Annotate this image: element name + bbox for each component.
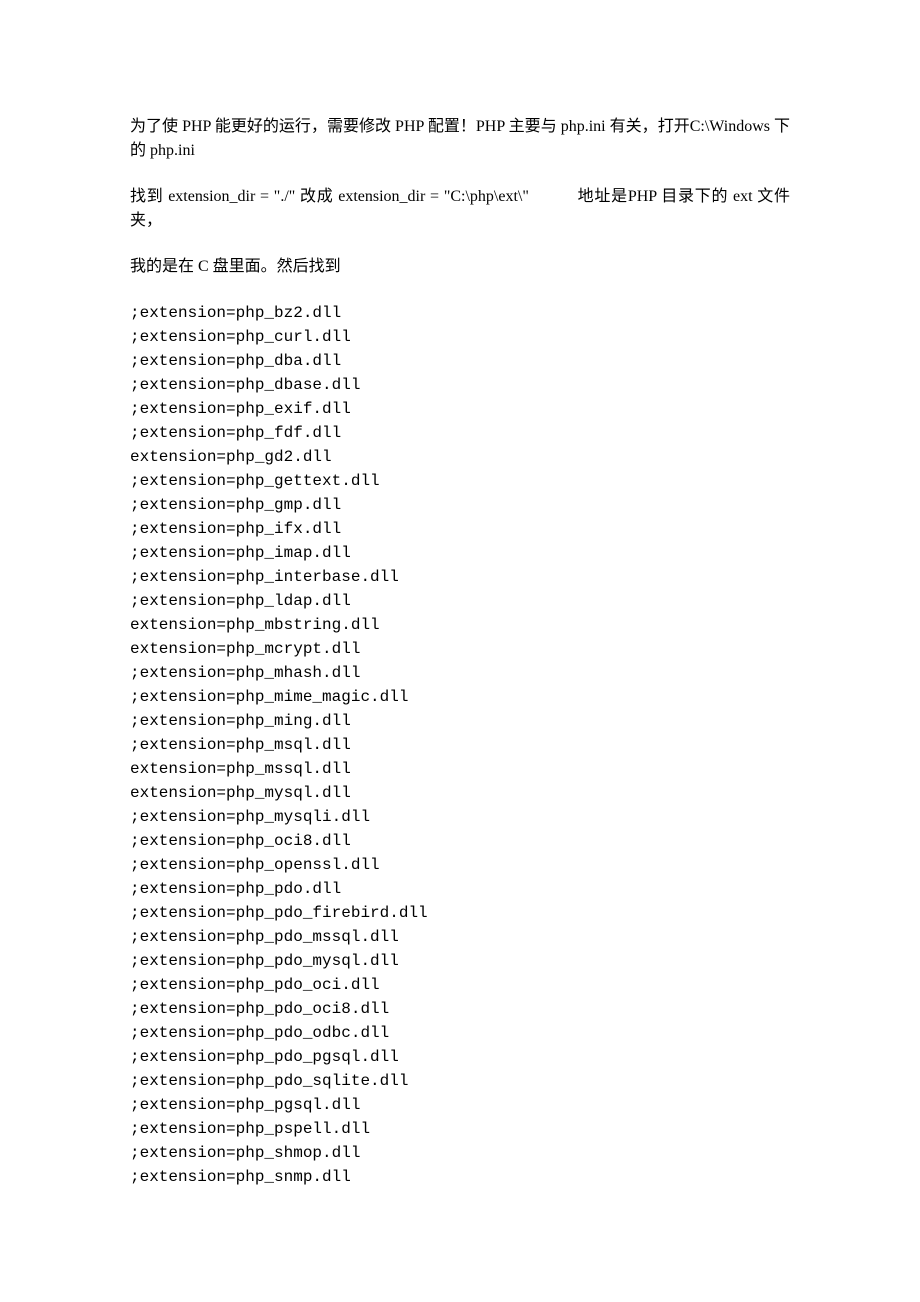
- code-line: extension=php_mssql.dll: [130, 757, 790, 781]
- code-line: ;extension=php_curl.dll: [130, 325, 790, 349]
- code-line: ;extension=php_pdo_sqlite.dll: [130, 1069, 790, 1093]
- paragraph-text: 为了使 PHP 能更好的运行，需要修改 PHP 配置！PHP 主要与 php.i…: [130, 118, 790, 159]
- code-line: ;extension=php_dba.dll: [130, 349, 790, 373]
- code-line: extension=php_mcrypt.dll: [130, 637, 790, 661]
- code-line: ;extension=php_mysqli.dll: [130, 805, 790, 829]
- code-line: ;extension=php_fdf.dll: [130, 421, 790, 445]
- code-line: ;extension=php_mime_magic.dll: [130, 685, 790, 709]
- code-line: ;extension=php_ming.dll: [130, 709, 790, 733]
- code-line: ;extension=php_msql.dll: [130, 733, 790, 757]
- code-line: extension=php_gd2.dll: [130, 445, 790, 469]
- code-line: ;extension=php_exif.dll: [130, 397, 790, 421]
- code-line: ;extension=php_ifx.dll: [130, 517, 790, 541]
- code-line: ;extension=php_pdo_odbc.dll: [130, 1021, 790, 1045]
- code-line: ;extension=php_shmop.dll: [130, 1141, 790, 1165]
- code-line: ;extension=php_openssl.dll: [130, 853, 790, 877]
- code-line: ;extension=php_pdo_oci.dll: [130, 973, 790, 997]
- paragraph-extension-dir: 找到 extension_dir = "./" 改成 extension_dir…: [130, 185, 790, 233]
- code-line: ;extension=php_pdo.dll: [130, 877, 790, 901]
- code-line: ;extension=php_dbase.dll: [130, 373, 790, 397]
- code-line: ;extension=php_pgsql.dll: [130, 1093, 790, 1117]
- paragraph-text: 我的是在 C 盘里面。然后找到: [130, 258, 341, 275]
- code-line: ;extension=php_interbase.dll: [130, 565, 790, 589]
- code-line: ;extension=php_ldap.dll: [130, 589, 790, 613]
- php-ini-extensions-block: ;extension=php_bz2.dll;extension=php_cur…: [130, 301, 790, 1189]
- paragraph-intro: 为了使 PHP 能更好的运行，需要修改 PHP 配置！PHP 主要与 php.i…: [130, 115, 790, 163]
- paragraph-location: 我的是在 C 盘里面。然后找到: [130, 255, 790, 279]
- paragraph-text-part1: 找到 extension_dir = "./" 改成 extension_dir…: [130, 188, 529, 205]
- code-line: ;extension=php_pspell.dll: [130, 1117, 790, 1141]
- code-line: ;extension=php_gettext.dll: [130, 469, 790, 493]
- code-line: ;extension=php_pdo_firebird.dll: [130, 901, 790, 925]
- code-line: ;extension=php_snmp.dll: [130, 1165, 790, 1189]
- code-line: ;extension=php_pdo_mysql.dll: [130, 949, 790, 973]
- code-line: ;extension=php_oci8.dll: [130, 829, 790, 853]
- code-line: extension=php_mbstring.dll: [130, 613, 790, 637]
- code-line: ;extension=php_pdo_oci8.dll: [130, 997, 790, 1021]
- code-line: ;extension=php_pdo_mssql.dll: [130, 925, 790, 949]
- code-line: ;extension=php_bz2.dll: [130, 301, 790, 325]
- code-line: ;extension=php_mhash.dll: [130, 661, 790, 685]
- code-line: ;extension=php_imap.dll: [130, 541, 790, 565]
- code-line: ;extension=php_pdo_pgsql.dll: [130, 1045, 790, 1069]
- code-line: ;extension=php_gmp.dll: [130, 493, 790, 517]
- code-line: extension=php_mysql.dll: [130, 781, 790, 805]
